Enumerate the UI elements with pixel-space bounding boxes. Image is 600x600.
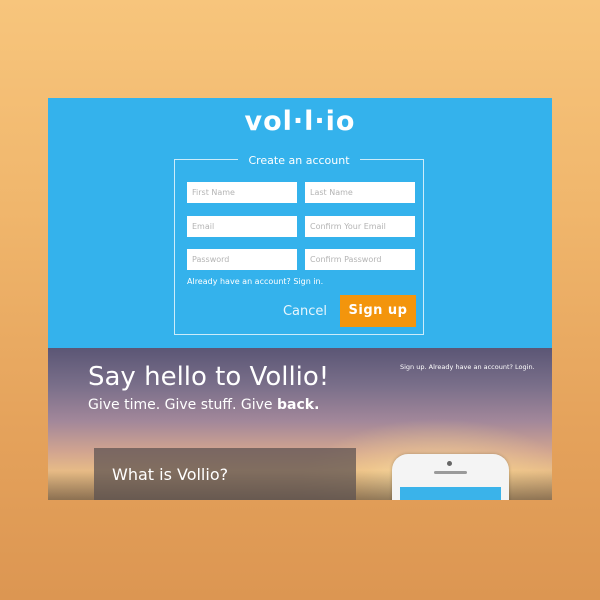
cancel-button[interactable]: Cancel [275, 300, 335, 324]
form-legend: Create an account [175, 151, 423, 169]
first-name-input[interactable] [187, 182, 297, 203]
hero-subtitle: Give time. Give stuff. Give back. [88, 397, 319, 413]
signin-link[interactable]: Already have an account? Sign in. [187, 277, 323, 286]
last-name-input[interactable] [305, 182, 415, 203]
hero-section: Say hello to Vollio! Give time. Give stu… [48, 348, 552, 500]
signup-panel: vol·l·io Create an account Already have … [48, 98, 552, 348]
site-preview: vol·l·io Create an account Already have … [48, 98, 552, 500]
what-is-vollio-title: What is Vollio? [112, 465, 229, 484]
hero-subtitle-bold: back. [277, 397, 320, 413]
phone-speaker-icon [434, 471, 467, 474]
password-input[interactable] [187, 249, 297, 270]
hero-login-link[interactable]: Already have an account? Login. [429, 363, 535, 371]
confirm-password-input[interactable] [305, 249, 415, 270]
what-is-vollio-card: What is Vollio? [94, 448, 356, 500]
create-account-form: Create an account Already have an accoun… [174, 154, 424, 335]
vollio-logo[interactable]: vol·l·io [48, 106, 552, 137]
email-input[interactable] [187, 216, 297, 237]
phone-illustration-icon [392, 454, 509, 500]
hero-title: Say hello to Vollio! [88, 362, 330, 392]
hero-top-links: Sign up. Already have an account? Login. [400, 363, 535, 371]
form-legend-label: Create an account [238, 154, 360, 167]
confirm-email-input[interactable] [305, 216, 415, 237]
phone-camera-icon [447, 461, 452, 466]
hero-signup-link[interactable]: Sign up. [400, 363, 427, 371]
phone-screen [400, 487, 501, 500]
signup-button[interactable]: Sign up [340, 295, 416, 327]
hero-subtitle-main: Give time. Give stuff. Give [88, 397, 277, 413]
